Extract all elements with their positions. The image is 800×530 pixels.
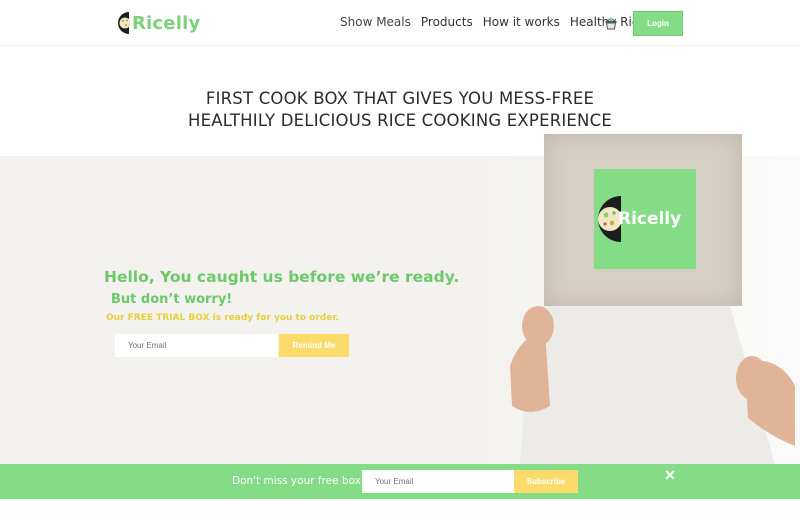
nav-products[interactable]: Products [421, 15, 473, 29]
landing-page: Ricelly Show Meals Products How it works… [0, 0, 800, 530]
hero-title: Hello, You caught us before we’re ready. [104, 268, 460, 286]
subscribe-text: Don't miss your free box! [232, 475, 366, 487]
subscribe-bar: Don't miss your free box! Subscribe ✕ [0, 464, 800, 499]
close-icon[interactable]: ✕ [663, 468, 677, 482]
page-headline: FIRST COOK BOX THAT GIVES YOU MESS-FREE … [0, 88, 800, 132]
logo-text: Ricelly [132, 12, 201, 34]
box-label: Ricelly [594, 169, 696, 269]
nav-show-meals[interactable]: Show Meals [340, 15, 411, 29]
box-logo-text: Ricelly [618, 209, 682, 229]
hero-subtitle: But don’t worry! [111, 292, 233, 307]
subscribe-button[interactable]: Subscribe [514, 470, 578, 493]
hero-trial-text: Our FREE TRIAL BOX is ready for you to o… [106, 313, 339, 323]
brand-logo[interactable]: Ricelly [115, 9, 200, 37]
hero-email-input[interactable] [115, 334, 278, 357]
login-button[interactable]: Login [633, 11, 683, 36]
nav-how-it-works[interactable]: How it works [483, 15, 560, 29]
headline-line-1: FIRST COOK BOX THAT GIVES YOU MESS-FREE [205, 89, 595, 108]
subscribe-email-input[interactable] [362, 470, 514, 493]
remind-me-button[interactable]: Remind Me [279, 334, 349, 357]
rice-bowl-icon [118, 12, 131, 34]
site-header: Ricelly Show Meals Products How it works… [0, 0, 800, 46]
basket-icon[interactable] [604, 15, 618, 31]
product-box: Ricelly [544, 134, 742, 306]
headline-line-2: HEALTHILY DELICIOUS RICE COOKING EXPERIE… [188, 111, 612, 130]
